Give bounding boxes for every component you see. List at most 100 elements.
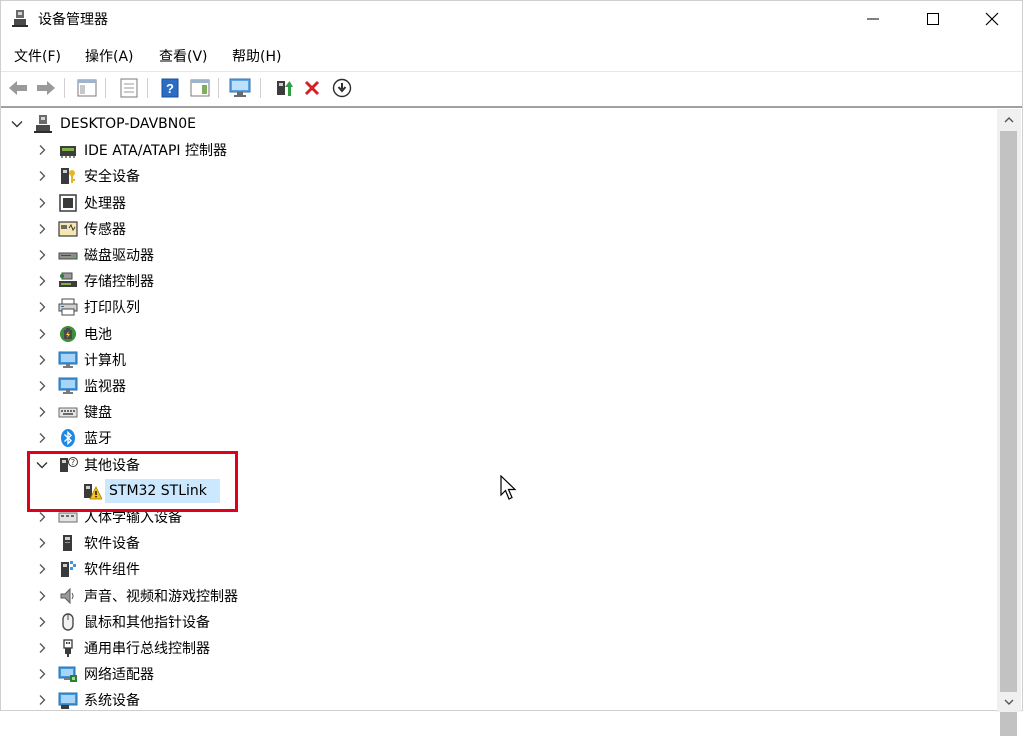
processor-icon — [59, 194, 77, 212]
menu-file[interactable]: 文件(F) — [13, 44, 62, 68]
chevron-right-icon[interactable] — [36, 406, 48, 418]
update-driver-icon — [277, 81, 293, 96]
toolbar-separator — [260, 78, 261, 98]
tree-category-row[interactable]: 鼠标和其他指针设备 — [1, 609, 991, 635]
tree-category-row[interactable]: 电池 — [1, 321, 991, 347]
scrollbar-thumb[interactable] — [1000, 131, 1017, 736]
scroll-down-button[interactable] — [997, 692, 1021, 712]
back-arrow-icon — [9, 81, 27, 95]
tree-category-row[interactable]: 网络适配器 — [1, 661, 991, 687]
help-button[interactable]: ? — [158, 76, 182, 100]
uninstall-device-button[interactable] — [300, 76, 324, 100]
action-pane-button[interactable] — [188, 76, 212, 100]
back-button[interactable] — [6, 76, 30, 100]
tree-category-label: 软件设备 — [84, 536, 140, 552]
action-pane-icon — [190, 79, 210, 97]
tree-category-label: 传感器 — [84, 222, 126, 238]
tree-category-row[interactable]: 软件组件 — [1, 556, 991, 582]
properties-button[interactable] — [117, 76, 141, 100]
update-driver-button[interactable] — [272, 76, 296, 100]
tree-category-label: 声音、视频和游戏控制器 — [84, 589, 238, 605]
tree-category-row[interactable]: 通用串行总线控制器 — [1, 635, 991, 661]
storage-controller-icon — [59, 272, 77, 287]
menu-view[interactable]: 查看(V) — [158, 44, 209, 68]
scroll-up-button[interactable] — [997, 109, 1021, 131]
tree-category-row[interactable]: 计算机 — [1, 347, 991, 373]
tree-category-row[interactable]: 监视器 — [1, 373, 991, 399]
tree-category-row[interactable]: 打印队列 — [1, 294, 991, 320]
tree-category-row[interactable]: 处理器 — [1, 190, 991, 216]
tree-category-label: 通用串行总线控制器 — [84, 641, 210, 657]
chevron-right-icon[interactable] — [36, 590, 48, 602]
chevron-right-icon[interactable] — [36, 301, 48, 313]
computer-root-icon — [34, 115, 52, 133]
maximize-button[interactable] — [904, 1, 962, 37]
usb-icon — [63, 639, 73, 657]
scan-hardware-button[interactable] — [228, 76, 252, 100]
chevron-right-icon[interactable] — [36, 563, 48, 575]
tree-category-label: 软件组件 — [84, 562, 140, 578]
tree-category-label: 电池 — [84, 327, 112, 343]
tree-category-label: 存储控制器 — [84, 274, 154, 290]
chevron-right-icon[interactable] — [36, 197, 48, 209]
ide-controller-icon — [60, 146, 76, 158]
minimize-icon — [867, 18, 879, 20]
chevron-right-icon[interactable] — [36, 642, 48, 654]
tree-category-label: 安全设备 — [84, 169, 140, 185]
tree-category-label: 磁盘驱动器 — [84, 248, 154, 264]
tree-category-row[interactable]: IDE ATA/ATAPI 控制器 — [1, 137, 991, 163]
vertical-scrollbar[interactable] — [997, 109, 1021, 736]
chevron-right-icon[interactable] — [36, 380, 48, 392]
maximize-icon — [927, 13, 939, 25]
tree-category-label: 蓝牙 — [84, 431, 112, 447]
chevron-right-icon[interactable] — [36, 328, 48, 340]
tree-category-row[interactable]: 安全设备 — [1, 163, 991, 189]
menu-action[interactable]: 操作(A) — [84, 44, 135, 68]
help-icon: ? — [161, 78, 179, 98]
tree-category-row[interactable]: 声音、视频和游戏控制器 — [1, 583, 991, 609]
toolbar-separator — [105, 78, 106, 98]
chevron-right-icon[interactable] — [36, 432, 48, 444]
chevron-right-icon[interactable] — [36, 249, 48, 261]
tree-category-row[interactable]: 磁盘驱动器 — [1, 242, 991, 268]
chevron-right-icon[interactable] — [36, 354, 48, 366]
tree-category-label: 处理器 — [84, 196, 126, 212]
chevron-right-icon[interactable] — [36, 223, 48, 235]
minimize-button[interactable] — [844, 1, 902, 37]
console-tree-icon — [77, 79, 97, 97]
chevron-right-icon[interactable] — [36, 511, 48, 523]
disable-download-icon — [332, 78, 352, 98]
tree-category-row[interactable]: 软件设备 — [1, 530, 991, 556]
tree-category-row[interactable]: 存储控制器 — [1, 268, 991, 294]
device-manager-window: 设备管理器 文件(F) 操作(A) 查看(V) 帮助(H) ? DESKTOP-… — [0, 0, 1023, 736]
sensor-icon — [58, 221, 78, 237]
annotation-highlight-box — [27, 451, 238, 512]
chevron-right-icon[interactable] — [36, 144, 48, 156]
window-title: 设备管理器 — [38, 12, 108, 28]
chevron-right-icon[interactable] — [36, 616, 48, 628]
tree-category-row[interactable]: 蓝牙 — [1, 425, 991, 451]
tree-root[interactable]: DESKTOP-DAVBN0E — [1, 111, 991, 137]
tree-category-row[interactable]: 系统设备 — [1, 687, 991, 712]
chevron-right-icon[interactable] — [36, 668, 48, 680]
network-adapter-icon — [58, 666, 77, 682]
menu-help[interactable]: 帮助(H) — [231, 44, 282, 68]
chevron-right-icon[interactable] — [36, 275, 48, 287]
disable-device-button[interactable] — [330, 76, 354, 100]
tree-category-row[interactable]: 传感器 — [1, 216, 991, 242]
device-manager-icon — [12, 10, 28, 27]
tree-category-row[interactable]: 键盘 — [1, 399, 991, 425]
forward-button[interactable] — [34, 76, 58, 100]
show-hide-console-tree-button[interactable] — [75, 76, 99, 100]
tree-category-label: 键盘 — [84, 405, 112, 421]
tree-category-label: 计算机 — [84, 353, 126, 369]
chevron-right-icon[interactable] — [36, 694, 48, 706]
chevron-down-icon[interactable] — [11, 118, 23, 130]
mouse-cursor-icon — [500, 475, 517, 500]
close-button[interactable] — [963, 1, 1021, 37]
software-device-icon — [63, 535, 72, 551]
bluetooth-icon — [61, 429, 75, 447]
chevron-right-icon[interactable] — [36, 537, 48, 549]
properties-icon — [120, 78, 138, 98]
chevron-right-icon[interactable] — [36, 170, 48, 182]
